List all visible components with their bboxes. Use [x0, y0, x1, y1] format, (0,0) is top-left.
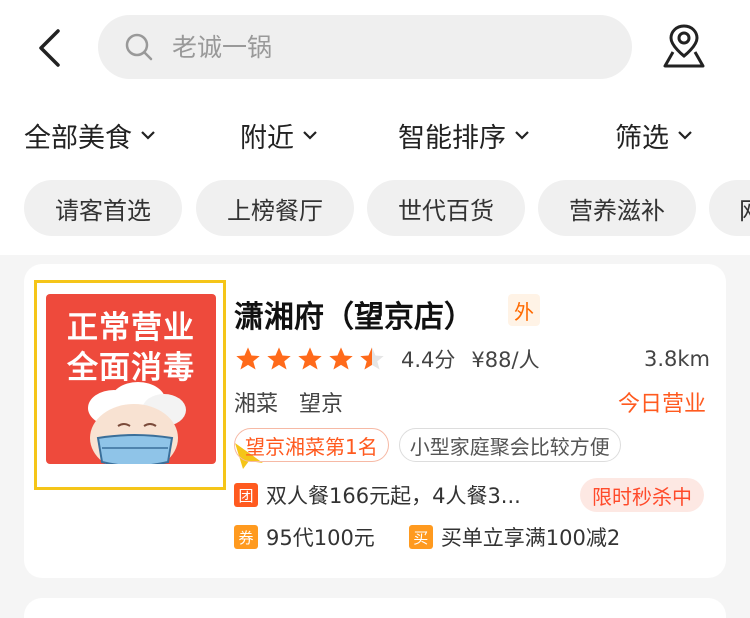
- star-icon: [236, 347, 260, 370]
- flash-sale-badge[interactable]: 限时秒杀中: [580, 478, 704, 512]
- restaurant-thumbnail-highlight[interactable]: 正常营业 全面消毒: [34, 280, 263, 490]
- filter-label: 筛选: [615, 122, 669, 154]
- buy-badge: 买: [408, 525, 433, 549]
- search-bar[interactable]: [98, 15, 632, 79]
- star-icon: [267, 347, 291, 370]
- filter-all-food[interactable]: 全部美食: [24, 108, 156, 162]
- coupon-badge: 券: [234, 525, 258, 549]
- star-rating: [234, 345, 389, 373]
- chip[interactable]: 网: [709, 180, 750, 236]
- distance: 3.8km: [643, 347, 710, 371]
- chip[interactable]: 世代百货: [367, 180, 525, 236]
- star-icon: [298, 347, 322, 370]
- filter-label: 附近: [240, 122, 294, 154]
- search-input[interactable]: [172, 32, 592, 62]
- chevron-down-icon: [678, 131, 692, 140]
- map-pin-icon: [663, 24, 705, 68]
- tag-row: 望京湘菜第1名 小型家庭聚会比较方便: [234, 428, 631, 462]
- filter-nearby[interactable]: 附近: [240, 108, 318, 162]
- category-row: 湘菜 望京: [234, 386, 357, 418]
- chevron-down-icon: [303, 131, 317, 140]
- chef-mascot-icon: [88, 382, 186, 464]
- map-button[interactable]: [660, 20, 708, 72]
- avg-price: ¥88/人: [471, 348, 540, 372]
- top-bar: 全部美食 附近 智能排序 筛选 请客首选 上榜餐厅 世代百货 营养滋补 网: [0, 0, 750, 255]
- star-icon: [329, 347, 353, 370]
- restaurant-thumbnail: 正常营业 全面消毒: [46, 294, 216, 464]
- next-restaurant-card[interactable]: [24, 598, 726, 618]
- group-deal-text: 双人餐166元起，4人餐3...: [266, 484, 521, 508]
- restaurant-card[interactable]: 正常营业 全面消毒 潇湘府（望京店） 外 4.4分 ¥88/人 3.8km 湘菜…: [24, 264, 726, 578]
- cuisine-label: 湘菜: [234, 392, 279, 417]
- promo-line: 正常营业: [67, 310, 195, 346]
- chevron-down-icon: [141, 131, 155, 140]
- rating-row: 4.4分 ¥88/人 3.8km: [234, 344, 710, 374]
- filter-label: 智能排序: [398, 122, 506, 154]
- group-buy-badge: 团: [234, 483, 258, 507]
- group-deal-row[interactable]: 团 双人餐166元起，4人餐3...: [234, 480, 521, 510]
- rating-score: 4.4分: [401, 348, 456, 372]
- filter-bar: 全部美食 附近 智能排序 筛选: [0, 108, 750, 162]
- half-star-icon: [360, 347, 384, 370]
- ranking-tag[interactable]: 望京湘菜第1名: [234, 428, 389, 462]
- search-icon: [125, 33, 153, 61]
- coupon-text: 95代100元: [266, 526, 375, 550]
- chip[interactable]: 上榜餐厅: [196, 180, 354, 236]
- filter-smart-sort[interactable]: 智能排序: [398, 108, 530, 162]
- restaurant-name[interactable]: 潇湘府（望京店）: [234, 292, 474, 336]
- chevron-left-icon: [39, 29, 60, 67]
- filter-label: 全部美食: [24, 122, 132, 154]
- area-label: 望京: [299, 392, 344, 417]
- open-status: 今日营业: [617, 392, 706, 417]
- filter-screen[interactable]: 筛选: [615, 108, 693, 162]
- quick-chips: 请客首选 上榜餐厅 世代百货 营养滋补 网: [24, 180, 750, 236]
- takeout-badge: 外: [508, 294, 540, 326]
- coupon-row[interactable]: 券 95代100元 买 买单立享满100减2: [234, 522, 620, 552]
- chip[interactable]: 营养滋补: [538, 180, 696, 236]
- back-button[interactable]: [30, 26, 70, 70]
- feature-tag: 小型家庭聚会比较方便: [398, 428, 621, 462]
- chip[interactable]: 请客首选: [24, 180, 182, 236]
- chevron-down-icon: [515, 131, 529, 140]
- buy-deal-text: 买单立享满100减2: [440, 526, 621, 550]
